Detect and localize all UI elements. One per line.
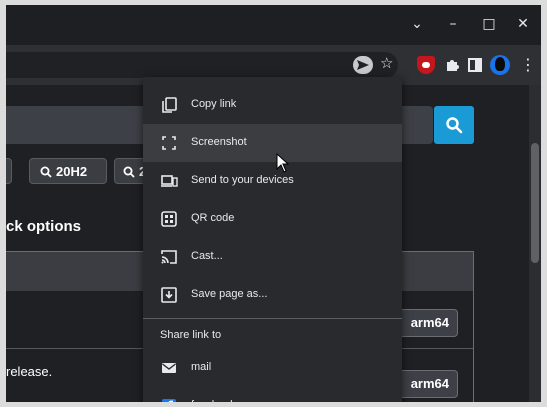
menu-kebab-icon[interactable]: ⋮: [520, 55, 536, 75]
ublock-origin-icon[interactable]: [417, 56, 435, 74]
menu-item-label: Send to your devices: [191, 174, 294, 186]
profile-avatar[interactable]: [490, 55, 510, 75]
menu-separator: [143, 318, 402, 319]
facebook-icon: [162, 399, 176, 402]
address-bar[interactable]: ☆: [6, 52, 398, 78]
menu-item-screenshot[interactable]: Screenshot: [143, 124, 402, 162]
release-text: release.: [6, 364, 53, 379]
arm64-download-button[interactable]: arm64: [394, 370, 458, 398]
menu-item-label: Cast...: [191, 250, 223, 262]
share-section-label: Share link to: [160, 329, 222, 341]
copy-link-icon: [162, 97, 177, 113]
share-menu: Copy link Screenshot Send to your device…: [143, 77, 402, 402]
filter-chip-partial[interactable]: [6, 158, 12, 184]
share-target-facebook[interactable]: facebook: [143, 387, 402, 402]
arm64-download-button[interactable]: arm64: [394, 309, 458, 337]
share-target-mail[interactable]: mail: [143, 349, 402, 387]
menu-item-save-page[interactable]: Save page as...: [143, 276, 402, 314]
menu-item-qr-code[interactable]: QR code: [143, 200, 402, 238]
send-to-devices-icon: [161, 175, 178, 187]
share-button[interactable]: [353, 56, 373, 74]
save-page-icon: [161, 287, 177, 303]
search-icon: [123, 166, 135, 178]
menu-item-label: Screenshot: [191, 136, 247, 148]
tab-search-button[interactable]: ⌄: [404, 13, 430, 35]
screenshot-icon: [162, 136, 176, 150]
minimize-button[interactable]: –: [440, 13, 466, 35]
chip-label: 20H2: [56, 164, 88, 179]
title-bar: ⌄ – □ ✕: [6, 5, 541, 45]
cast-icon: [161, 250, 177, 264]
scroll-thumb[interactable]: [531, 143, 539, 263]
search-button[interactable]: [434, 106, 474, 144]
close-button[interactable]: ✕: [510, 13, 536, 35]
search-icon: [40, 166, 52, 178]
menu-item-copy-link[interactable]: Copy link: [143, 86, 402, 124]
menu-item-cast[interactable]: Cast...: [143, 238, 402, 276]
mouse-cursor-icon: [276, 153, 290, 173]
search-icon: [446, 117, 463, 134]
browser-window: ⌄ – □ ✕ ☆ ⋮ 20H2 ck options arm64 releas…: [6, 5, 541, 402]
share-arrow-icon: [357, 60, 369, 70]
menu-item-send-to-devices[interactable]: Send to your devices: [143, 162, 402, 200]
menu-item-label: Save page as...: [191, 288, 268, 300]
menu-item-label: Copy link: [191, 98, 237, 110]
side-panel-icon[interactable]: [468, 58, 482, 72]
menu-item-label: facebook: [191, 399, 236, 402]
menu-item-label: mail: [191, 361, 212, 373]
mail-icon: [162, 363, 176, 373]
menu-item-label: QR code: [191, 212, 235, 224]
qr-code-icon: [161, 211, 177, 227]
page-scrollbar[interactable]: [529, 85, 541, 402]
filter-chip-20h2[interactable]: 20H2: [29, 158, 107, 184]
maximize-button[interactable]: □: [476, 13, 502, 35]
section-heading: ck options: [6, 218, 82, 235]
screenshot-frame: ⌄ – □ ✕ ☆ ⋮ 20H2 ck options arm64 releas…: [0, 0, 547, 407]
puzzle-icon[interactable]: [443, 56, 461, 74]
bookmark-star-icon[interactable]: ☆: [380, 54, 393, 72]
